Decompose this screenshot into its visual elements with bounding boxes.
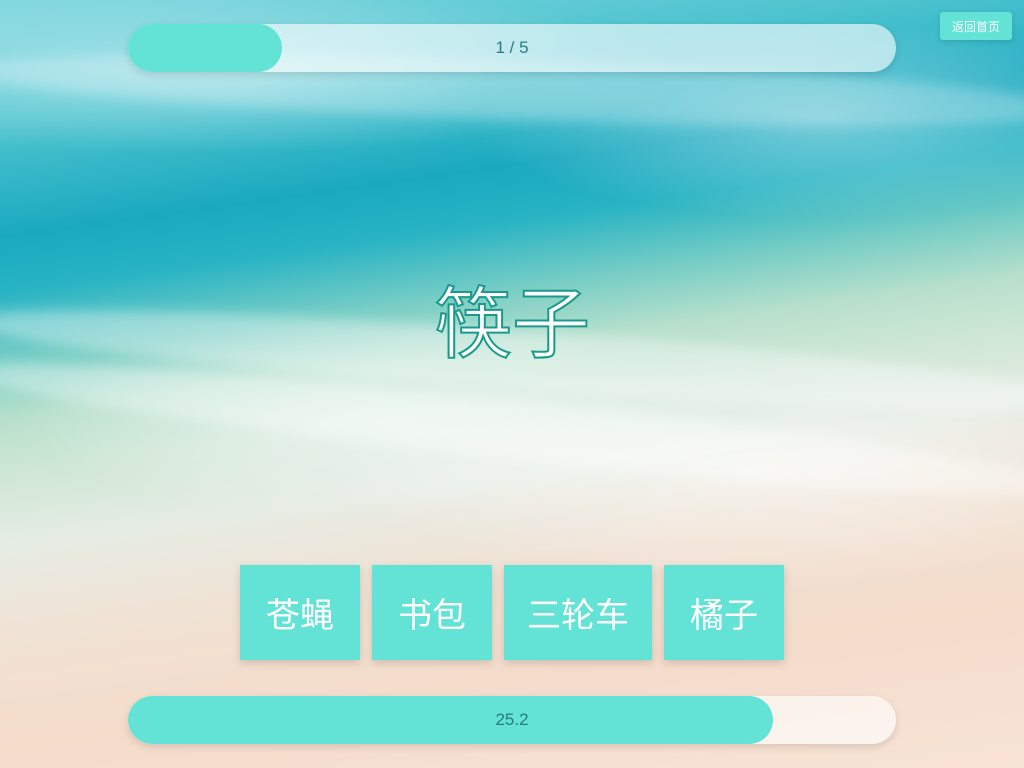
- choice-button[interactable]: 书包: [372, 565, 492, 660]
- answer-choices: 苍蝇 书包 三轮车 橘子: [0, 565, 1024, 660]
- choice-button[interactable]: 苍蝇: [240, 565, 360, 660]
- timer-value: 25.2: [495, 710, 529, 729]
- home-button[interactable]: 返回首页: [940, 12, 1012, 40]
- timer-bar: 25.2: [128, 696, 896, 744]
- choice-button[interactable]: 三轮车: [504, 565, 652, 660]
- choice-button[interactable]: 橘子: [664, 565, 784, 660]
- question-progress-text: 1 / 5: [495, 38, 529, 57]
- question-progress-bar: 1 / 5: [128, 24, 896, 72]
- prompt-word: 筷子: [433, 279, 591, 371]
- game-screen: 1 / 5 返回首页 筷子 苍蝇 书包 三轮车 橘子 25.2: [0, 0, 1024, 768]
